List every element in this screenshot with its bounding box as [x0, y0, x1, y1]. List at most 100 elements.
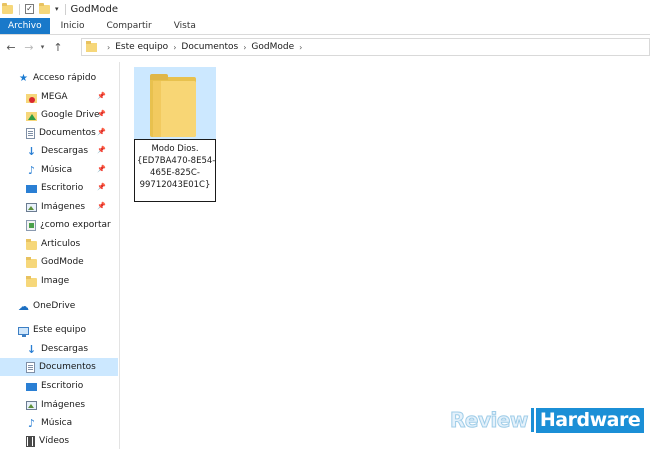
sidebar-item-este-equipo[interactable]: Este equipo	[0, 321, 118, 339]
computer-icon	[18, 326, 29, 337]
documents-icon	[26, 127, 35, 139]
sidebar-item-google-drive[interactable]: Google Drive 📌	[0, 106, 118, 124]
sidebar-item-label: Imágenes	[41, 400, 86, 410]
pictures-icon	[26, 401, 37, 410]
sidebar-item-mega[interactable]: MEGA 📌	[0, 88, 118, 106]
sidebar-item-label: Acceso rápido	[33, 73, 97, 83]
sidebar-item-pc-imagenes[interactable]: Imágenes	[0, 396, 118, 414]
folder-icon	[26, 275, 37, 287]
cloud-icon: ☁	[18, 299, 29, 313]
sidebar-item-label: Descargas	[41, 146, 89, 156]
sidebar-item-label: Música	[41, 165, 73, 175]
sidebar-item-label: OneDrive	[33, 301, 76, 311]
new-folder-icon[interactable]	[39, 2, 50, 14]
music-note-icon: ♪	[27, 416, 36, 430]
navigation-bar: ← → ▾ ↑ › Este equipo › Documentos › God…	[0, 36, 650, 58]
music-note-icon: ♪	[27, 163, 36, 177]
properties-icon[interactable]: ✓	[25, 4, 34, 14]
navigation-pane: ★ Acceso rápido MEGA 📌 Google Drive 📌 Do…	[0, 62, 120, 449]
sidebar-item-como-exportar[interactable]: ¿como exportar	[0, 216, 118, 234]
sidebar-item-articulos[interactable]: Articulos	[0, 235, 118, 253]
recent-locations-icon[interactable]: ▾	[38, 40, 47, 54]
forward-arrow-icon[interactable]: →	[22, 40, 36, 54]
sidebar-item-label: Música	[41, 418, 73, 428]
sidebar-item-escritorio[interactable]: Escritorio 📌	[0, 179, 118, 197]
address-folder-icon	[86, 40, 97, 52]
pictures-icon	[26, 203, 37, 212]
sidebar-item-imagenes[interactable]: Imágenes 📌	[0, 198, 118, 216]
sidebar-item-label: Escritorio	[41, 183, 84, 193]
chevron-right-icon[interactable]: ›	[173, 43, 176, 52]
sidebar-item-image[interactable]: Image	[0, 272, 118, 290]
customize-quick-access-icon[interactable]: ▾	[55, 5, 59, 14]
pin-icon[interactable]: 📌	[97, 128, 106, 136]
ribbon-tabs: Archivo Inicio Compartir Vista	[0, 18, 650, 35]
rename-text-line: 99712043E01C}	[139, 180, 211, 190]
sidebar-item-musica[interactable]: ♪ Música 📌	[0, 161, 118, 179]
sidebar-item-label: Documentos	[39, 128, 96, 138]
chevron-right-icon[interactable]: ›	[243, 43, 246, 52]
tab-inicio[interactable]: Inicio	[50, 18, 96, 34]
sidebar-item-pc-musica[interactable]: ♪ Música	[0, 414, 118, 432]
sidebar-item-label: Vídeos	[39, 436, 70, 446]
address-bar[interactable]: › Este equipo › Documentos › GodMode ›	[81, 38, 650, 56]
breadcrumb-este-equipo[interactable]: Este equipo	[115, 42, 168, 52]
sidebar-item-pc-descargas[interactable]: ↓ Descargas	[0, 340, 118, 358]
pin-icon[interactable]: 📌	[97, 146, 106, 154]
pin-icon[interactable]: 📌	[97, 183, 106, 191]
up-arrow-icon[interactable]: ↑	[51, 40, 65, 54]
tab-archivo[interactable]: Archivo	[0, 18, 50, 34]
folder-icon	[26, 256, 37, 268]
download-arrow-icon: ↓	[26, 342, 37, 356]
sidebar-item-pc-videos[interactable]: Vídeos	[0, 432, 118, 449]
title-separator	[64, 3, 66, 15]
folder-icon	[150, 74, 196, 137]
watermark-logo: Review Hardware	[450, 406, 645, 434]
watermark-review: Review	[450, 408, 529, 433]
tab-compartir[interactable]: Compartir	[95, 18, 162, 34]
mega-folder-icon	[26, 93, 37, 103]
star-icon: ★	[19, 72, 28, 84]
window-title: GodMode	[70, 3, 118, 15]
tab-vista[interactable]: Vista	[163, 18, 207, 34]
image-file-icon	[26, 219, 36, 231]
sidebar-item-documentos[interactable]: Documentos 📌	[0, 124, 118, 142]
quick-access-separator	[19, 3, 20, 15]
rename-text-line: Modo Dios.	[151, 144, 199, 154]
pin-icon[interactable]: 📌	[97, 92, 106, 100]
pin-icon[interactable]: 📌	[97, 202, 106, 210]
pin-icon[interactable]: 📌	[97, 165, 106, 173]
desktop-icon	[26, 185, 37, 193]
sidebar-item-descargas[interactable]: ↓ Descargas 📌	[0, 142, 118, 160]
sidebar-item-label: Este equipo	[33, 325, 86, 335]
back-arrow-icon[interactable]: ←	[4, 40, 18, 54]
sidebar-item-godmode[interactable]: GodMode	[0, 253, 118, 271]
sidebar-item-acceso-rapido[interactable]: ★ Acceso rápido	[0, 69, 118, 87]
folder-item-modo-dios[interactable]	[134, 67, 216, 143]
rename-text-line: {ED7BA470-8E54-	[137, 156, 216, 166]
breadcrumb-godmode[interactable]: GodMode	[251, 42, 294, 52]
chevron-right-icon[interactable]: ›	[107, 43, 110, 52]
video-icon	[26, 435, 35, 447]
download-arrow-icon: ↓	[26, 144, 37, 158]
watermark-hardware: Hardware	[535, 407, 645, 433]
file-list[interactable]: Modo Dios. {ED7BA470-8E54- 465E-825C- 99…	[121, 62, 650, 449]
watermark-divider	[530, 408, 534, 432]
documents-icon	[26, 361, 35, 373]
rename-input[interactable]: Modo Dios. {ED7BA470-8E54- 465E-825C- 99…	[134, 139, 216, 202]
sidebar-item-label: Escritorio	[41, 381, 84, 391]
sidebar-item-label: Descargas	[41, 344, 89, 354]
pin-icon[interactable]: 📌	[97, 110, 106, 118]
sidebar-item-label: ¿como exportar	[40, 220, 111, 230]
sidebar-item-label: Image	[41, 276, 70, 286]
folder-icon	[26, 238, 37, 250]
sidebar-item-pc-escritorio[interactable]: Escritorio	[0, 377, 118, 395]
title-bar: ✓ ▾ GodMode	[0, 0, 650, 18]
sidebar-item-label: Articulos	[41, 239, 81, 249]
breadcrumb-documentos[interactable]: Documentos	[181, 42, 238, 52]
sidebar-item-label: Imágenes	[41, 202, 86, 212]
sidebar-item-pc-documentos[interactable]: Documentos	[0, 358, 118, 376]
sidebar-item-label: MEGA	[41, 92, 68, 102]
chevron-right-icon[interactable]: ›	[299, 43, 302, 52]
sidebar-item-onedrive[interactable]: ☁ OneDrive	[0, 297, 118, 315]
